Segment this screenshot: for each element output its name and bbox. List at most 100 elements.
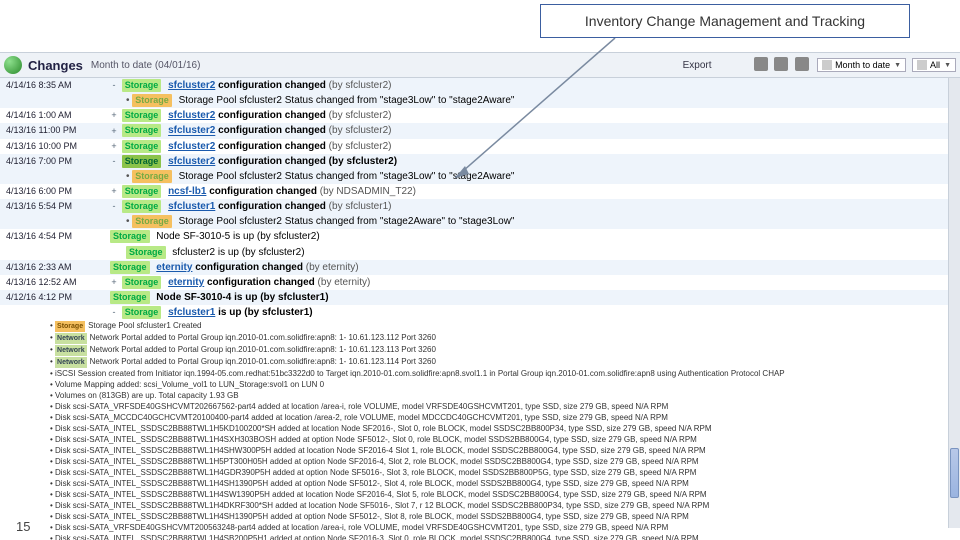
toolbar-icons [752,57,812,74]
timestamp: 4/14/16 1:00 AM [0,108,108,122]
change-detail-text: Storage Pool sfcluster2 Status changed f… [179,95,515,106]
tree-toggle[interactable]: - [110,306,118,319]
timestamp: 4/13/16 12:52 AM [0,275,108,289]
cluster-link[interactable]: sfcluster2 [168,156,215,167]
tree-toggle[interactable]: + [110,140,118,153]
timestamp: 4/13/16 2:33 AM [0,260,108,274]
detail-bullet: • Volume Mapping added: scsi_Volume_vol1… [0,379,830,390]
timestamp: 4/12/16 4:12 PM [0,290,108,304]
chevron-down-icon: ▼ [894,62,901,69]
change-text: configuration changed [218,80,326,91]
change-row[interactable]: 4/14/16 1:00 AM + Storage sfcluster2 con… [0,108,948,123]
change-row[interactable]: 4/12/16 4:12 PM Storage Node SF-3010-4 i… [0,290,948,305]
panel-subtitle: Month to date (04/01/16) [91,60,201,71]
vertical-scrollbar[interactable] [948,78,960,528]
detail-bullet: • Disk scsi-SATA_INTEL_SSDSC2BB88TWL1H5K… [0,423,830,434]
change-row[interactable]: 4/13/16 11:00 PM + Storage sfcluster2 co… [0,123,948,138]
change-detail-row: • Storage Storage Pool sfcluster2 Status… [0,93,948,108]
timestamp: 4/14/16 8:35 AM [0,78,108,92]
cluster-link[interactable]: eternity [156,262,192,273]
cluster-link[interactable]: ncsf-lb1 [168,186,206,197]
detail-bullet: • NetworkNetwork Portal added to Portal … [0,356,830,368]
detail-bullet: • Disk scsi-SATA_INTEL_SSDSC2BB88TWL1H4S… [0,489,830,500]
storage-tag: Storage [110,291,150,304]
filter-selector[interactable]: All ▼ [912,58,956,72]
cluster-link[interactable]: sfcluster2 [168,80,215,91]
tree-toggle[interactable]: + [110,276,118,289]
detail-bullet: • Disk scsi-SATA_INTEL_SSDSC2BB88TWL1H4S… [0,445,830,456]
cluster-link[interactable]: sfcluster2 [168,126,215,137]
storage-tag: Storage [122,276,162,289]
tree-toggle[interactable]: + [110,109,118,122]
detail-bullet: • Disk scsi-SATA_INTEL_SSDSC2BB88TWL1H4S… [0,434,830,445]
change-row[interactable]: 4/13/16 4:54 PM Storage Node SF-3010-5 i… [0,229,948,244]
callout-title-text: Inventory Change Management and Tracking [585,13,865,29]
storage-tag: Storage [122,200,162,213]
tree-toggle[interactable]: + [110,185,118,198]
detail-bullet: • Disk scsi-SATA_INTEL_SSDSC2BB88TWL1H4G… [0,467,830,478]
timestamp: 4/13/16 7:00 PM [0,154,108,168]
cluster-link[interactable]: sfcluster2 [168,110,215,121]
calendar-icon [822,60,832,70]
chevron-down-icon: ▼ [944,62,951,69]
change-row[interactable]: 4/13/16 12:52 AM + Storage eternity conf… [0,275,948,290]
cluster-link[interactable]: sfcluster1 [168,307,215,318]
detail-bullet: • Disk scsi-SATA_INTEL_SSDSC2BB88TWL1H4S… [0,478,830,489]
change-row[interactable]: 4/13/16 2:33 AM Storage eternity configu… [0,260,948,275]
storage-tag: Storage [132,170,172,183]
change-detail-row: • Storage Storage Pool sfcluster2 Status… [0,214,948,229]
panel-title: Changes [28,58,83,73]
storage-tag: Storage [122,306,162,319]
print-icon[interactable] [754,57,768,71]
date-range-label: Month to date [835,60,890,70]
detail-bullet: • Disk scsi-SATA_VRFSDE40GSHCVMT20056324… [0,522,830,533]
storage-tag: Storage [110,261,150,274]
tree-toggle[interactable]: - [110,155,118,168]
callout-title-box: Inventory Change Management and Tracking [540,4,910,38]
cluster-link[interactable]: sfcluster2 [168,141,215,152]
timestamp: 4/13/16 6:00 PM [0,184,108,198]
change-row[interactable]: 4/13/16 10:00 PM + Storage sfcluster2 co… [0,139,948,154]
storage-tag: Storage [132,215,172,228]
scrollbar-thumb[interactable] [950,448,959,498]
detail-bullet: • iSCSI Session created from Initiator i… [0,368,830,379]
date-range-selector[interactable]: Month to date ▼ [817,58,906,72]
filter-label: All [930,60,940,70]
storage-tag: Storage [122,185,162,198]
change-row[interactable]: 4/13/16 7:00 PM - Storage sfcluster2 con… [0,154,948,169]
timestamp: 4/13/16 10:00 PM [0,139,108,153]
changes-toolbar: Changes Month to date (04/01/16) Export … [0,52,960,78]
storage-tag: Storage [122,124,162,137]
cluster-link[interactable]: sfcluster1 [168,201,215,212]
change-row[interactable]: 4/13/16 5:54 PM - Storage sfcluster1 con… [0,199,948,214]
globe-icon [4,56,22,74]
change-detail-bullets: • StorageStorage Pool sfcluster1 Created… [0,320,948,540]
change-row[interactable]: - Storage sfcluster1 is up (by sfcluster… [0,305,948,320]
change-row[interactable]: 4/13/16 6:00 PM + Storage ncsf-lb1 confi… [0,184,948,199]
storage-tag: Storage [122,109,162,122]
tree-toggle[interactable]: + [110,125,118,138]
filter-icon [917,60,927,70]
detail-bullet: • Disk scsi-SATA_VRFSDE40GSHCVMT20266756… [0,401,830,412]
detail-bullet: • Disk scsi-SATA_INTEL_SSDSC2BB88TWL1H4S… [0,511,830,522]
timestamp: 4/13/16 5:54 PM [0,199,108,213]
storage-tag: Storage [122,155,162,168]
change-detail-row: • Storage Storage Pool sfcluster2 Status… [0,169,948,184]
export-icon[interactable] [774,57,788,71]
export-label[interactable]: Export [683,60,712,71]
timestamp: 4/13/16 4:54 PM [0,229,108,243]
tree-toggle[interactable]: - [110,79,118,92]
cluster-link[interactable]: eternity [168,277,204,288]
detail-bullet: • Disk scsi-SATA_INTEL_SSDSC2BB88TWL1H4D… [0,500,830,511]
timestamp: 4/13/16 11:00 PM [0,123,108,137]
changes-list: 4/14/16 8:35 AM - Storage sfcluster2 con… [0,78,948,540]
tree-toggle[interactable]: - [110,200,118,213]
slide-number: 15 [16,519,30,534]
detail-bullet: • StorageStorage Pool sfcluster1 Created [0,320,830,332]
change-row[interactable]: Storage sfcluster2 is up (by sfcluster2) [0,245,948,260]
settings-icon[interactable] [795,57,809,71]
detail-bullet: • Volumes on (813GB) are up. Total capac… [0,390,830,401]
change-by: (by sfcluster2) [329,80,392,91]
detail-bullet: • NetworkNetwork Portal added to Portal … [0,344,830,356]
change-row[interactable]: 4/14/16 8:35 AM - Storage sfcluster2 con… [0,78,948,93]
